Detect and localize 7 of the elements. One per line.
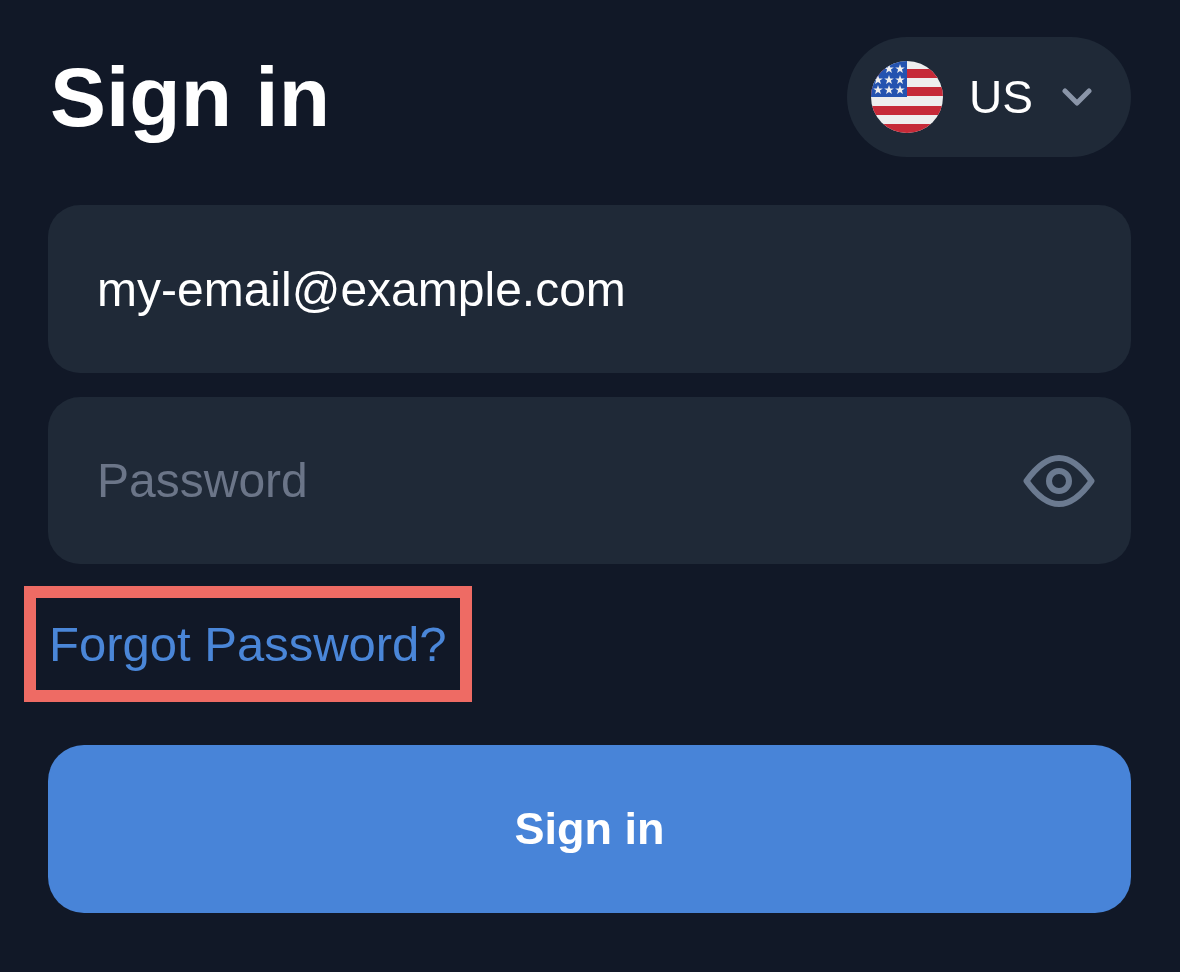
- password-field[interactable]: Password: [48, 397, 1131, 564]
- eye-icon[interactable]: [1023, 455, 1095, 507]
- country-selector[interactable]: US: [847, 37, 1131, 157]
- sign-in-button[interactable]: Sign in: [48, 745, 1131, 913]
- email-field[interactable]: my-email@example.com: [48, 205, 1131, 373]
- chevron-down-icon: [1062, 88, 1092, 106]
- forgot-password-link[interactable]: Forgot Password?: [49, 619, 447, 669]
